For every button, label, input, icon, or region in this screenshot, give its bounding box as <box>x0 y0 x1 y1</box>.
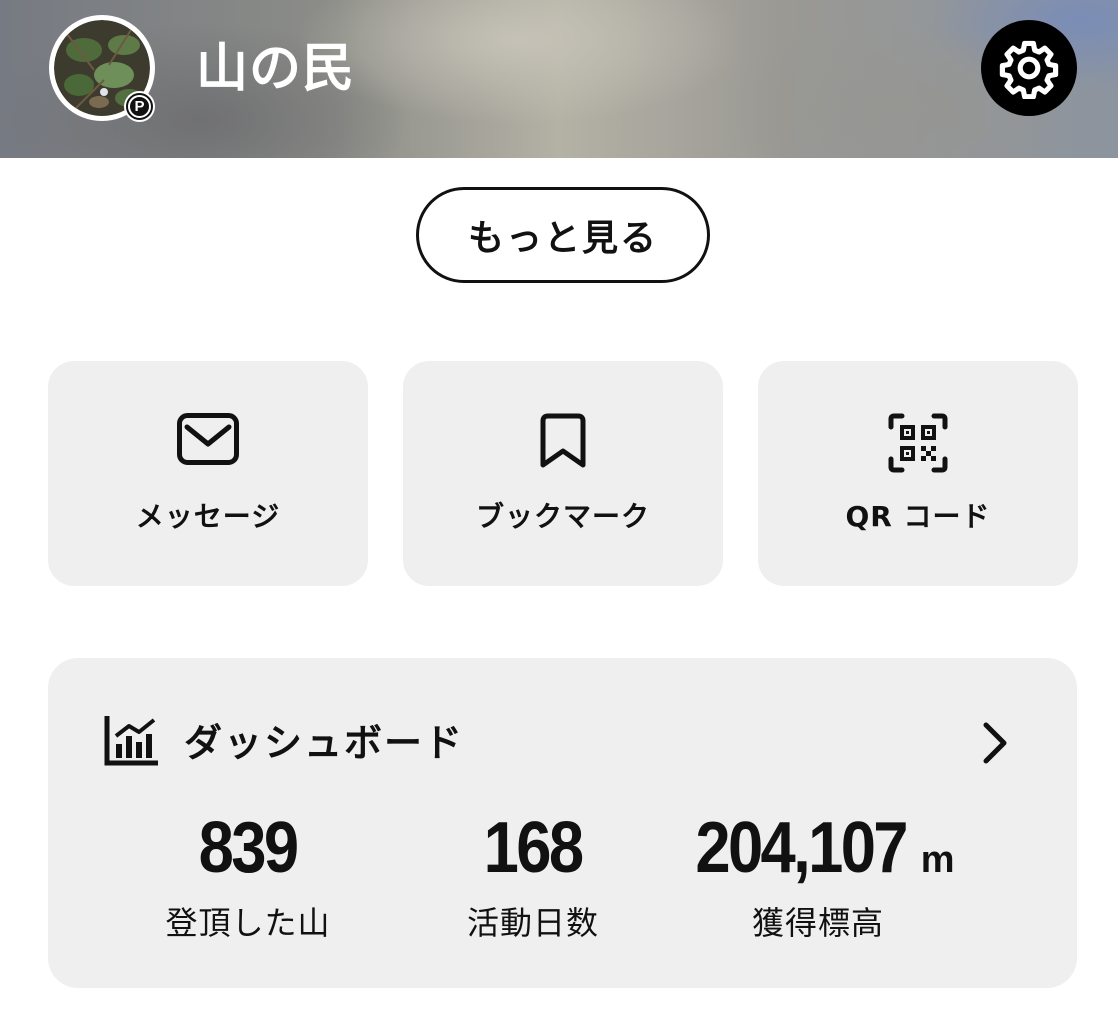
username: 山の民 <box>196 39 356 99</box>
stat-elevation-gain-unit: m <box>920 839 955 881</box>
bookmark-icon <box>540 413 586 468</box>
chevron-right-icon <box>983 722 1007 764</box>
premium-badge-letter: P <box>126 93 153 120</box>
premium-badge: P <box>124 91 155 122</box>
dashboard-header[interactable]: ダッシュボード <box>48 658 1077 808</box>
stat-summits-value: 839 <box>199 808 299 888</box>
qr-code-icon <box>888 413 948 473</box>
tile-bookmark[interactable]: ブックマーク <box>403 361 723 586</box>
tile-bookmark-label: ブックマーク <box>475 500 650 533</box>
stat-elevation-gain: 204,107 m 獲得標高 <box>658 808 978 944</box>
dashboard-title: ダッシュボード <box>184 721 465 765</box>
stat-activity-days: 168 活動日数 <box>433 808 633 944</box>
mail-icon <box>177 413 239 465</box>
stat-elevation-gain-value: 204,107 <box>695 808 909 888</box>
stat-activity-days-value: 168 <box>484 808 584 888</box>
tile-qr-code[interactable]: QR コード <box>758 361 1078 586</box>
see-more-button[interactable]: もっと見る <box>416 187 710 283</box>
stat-elevation-gain-label: 獲得標高 <box>751 904 884 942</box>
settings-button[interactable] <box>981 20 1077 116</box>
stat-summits: 839 登頂した山 <box>148 808 348 944</box>
tile-message[interactable]: メッセージ <box>48 361 368 586</box>
tile-qr-code-label: QR コード <box>845 500 991 533</box>
bar-chart-icon <box>104 716 158 766</box>
stat-summits-label: 登頂した山 <box>165 904 331 942</box>
gear-icon <box>999 40 1059 99</box>
stat-activity-days-label: 活動日数 <box>466 904 599 942</box>
tile-message-label: メッセージ <box>135 500 281 533</box>
profile-header: P 山の民 <box>0 0 1118 158</box>
dashboard-card: ダッシュボード 839 登頂した山 168 活動日数 204,107 m 獲得標高 <box>48 658 1077 988</box>
